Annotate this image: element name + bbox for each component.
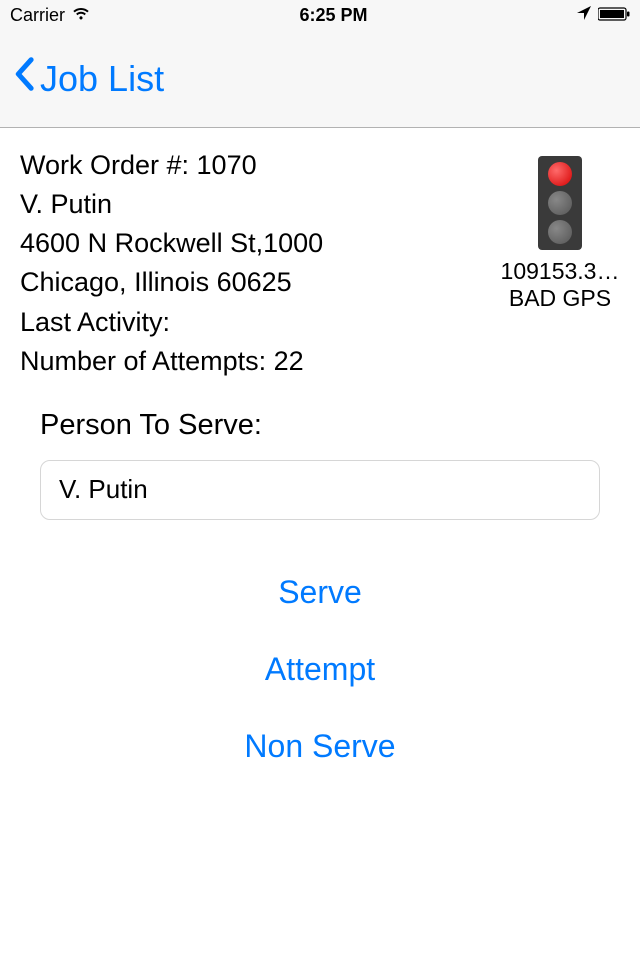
green-light-icon (548, 220, 572, 244)
gps-value: 109153.3… (500, 258, 620, 285)
attempts-line: Number of Attempts: 22 (20, 342, 484, 381)
attempt-button[interactable]: Attempt (265, 651, 375, 688)
actions: Serve Attempt Non Serve (40, 574, 600, 765)
nav-bar: Job List (0, 30, 640, 128)
details-section: Work Order #: 1070 V. Putin 4600 N Rockw… (0, 128, 640, 399)
status-time: 6:25 PM (299, 5, 367, 26)
yellow-light-icon (548, 191, 572, 215)
info-block: Work Order #: 1070 V. Putin 4600 N Rockw… (20, 146, 484, 381)
person-to-serve-input[interactable] (40, 460, 600, 520)
person-to-serve-label: Person To Serve: (40, 409, 600, 442)
back-label: Job List (40, 58, 164, 100)
gps-status: BAD GPS (500, 285, 620, 312)
non-serve-button[interactable]: Non Serve (244, 728, 395, 765)
last-activity-line: Last Activity: (20, 303, 484, 342)
status-left: Carrier (10, 5, 91, 26)
name-line: V. Putin (20, 185, 484, 224)
battery-icon (598, 5, 630, 26)
address-line-1: 4600 N Rockwell St,1000 (20, 224, 484, 263)
location-icon (576, 5, 592, 26)
status-bar: Carrier 6:25 PM (0, 0, 640, 30)
carrier-label: Carrier (10, 5, 65, 26)
wifi-icon (71, 5, 91, 26)
gps-block: 109153.3… BAD GPS (500, 146, 620, 381)
traffic-light-icon (538, 156, 582, 250)
back-button[interactable]: Job List (14, 56, 164, 101)
red-light-icon (548, 162, 572, 186)
chevron-back-icon (14, 56, 34, 101)
form-area: Person To Serve: Serve Attempt Non Serve (0, 399, 640, 765)
work-order-line: Work Order #: 1070 (20, 146, 484, 185)
address-line-2: Chicago, Illinois 60625 (20, 263, 484, 302)
serve-button[interactable]: Serve (278, 574, 362, 611)
status-right (576, 5, 630, 26)
